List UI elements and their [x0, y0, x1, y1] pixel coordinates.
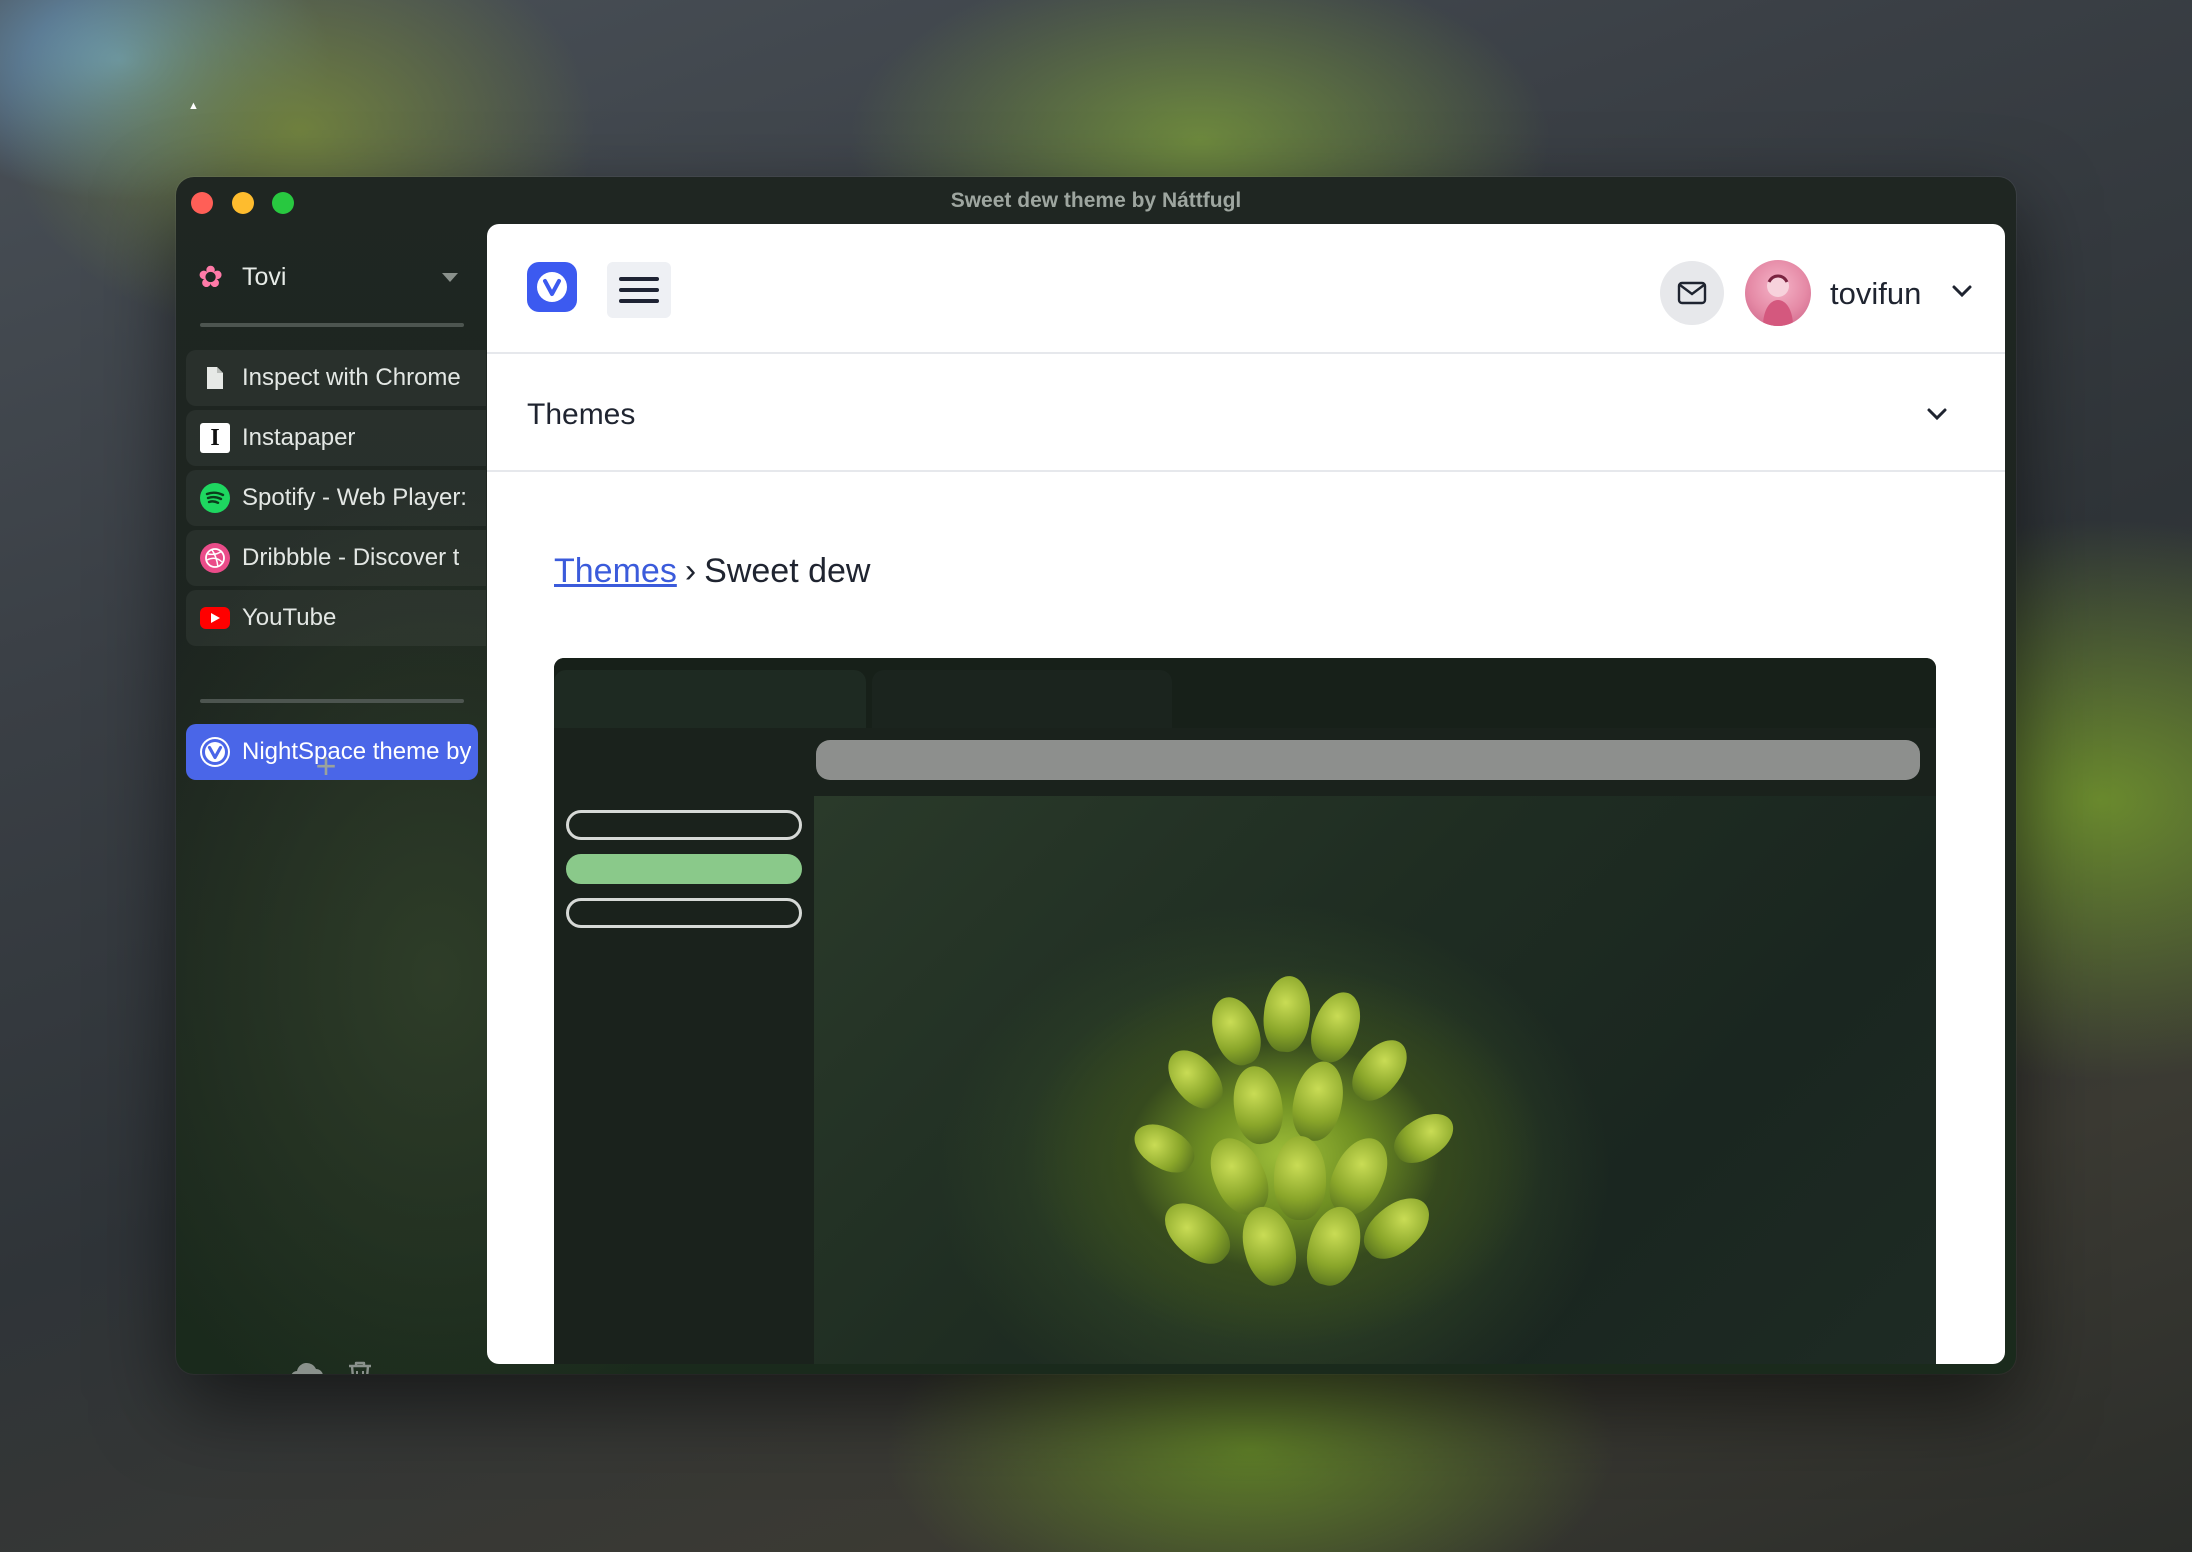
cloud-icon[interactable] [288, 1360, 324, 1374]
avatar[interactable] [1745, 260, 1811, 326]
tab-sidebar: ✿ Tovi Inspect with Chrome I Instapaper … [176, 225, 486, 1374]
pinned-tab[interactable]: Dribbble - Discover t [186, 530, 486, 586]
tab-label: Instapaper [242, 424, 356, 451]
preview-address-bar [816, 740, 1920, 780]
preview-tab-pill [566, 810, 802, 840]
breadcrumb-separator: › [684, 552, 697, 590]
divider [200, 699, 464, 703]
breadcrumb: Themes › Sweet dew [554, 552, 870, 591]
browser-window: Sweet dew theme by Náttfugl ✿ Tovi Inspe… [176, 177, 2016, 1374]
flower-icon: ✿ [198, 260, 224, 294]
preview-tab [872, 670, 1172, 728]
workspace-name: Tovi [242, 262, 287, 291]
sidebar-footer [288, 1360, 374, 1374]
chevron-down-icon[interactable] [1925, 406, 1949, 427]
titlebar: Sweet dew theme by Náttfugl [176, 177, 2016, 225]
section-dropdown[interactable]: Themes [487, 356, 2005, 472]
tab-label: YouTube [242, 604, 337, 631]
caret-down-icon [442, 272, 458, 282]
vivaldi-logo-icon[interactable] [527, 262, 577, 312]
document-icon [200, 363, 230, 393]
tab-label: Dribbble - Discover t [242, 544, 460, 571]
web-content: tovifun Themes Themes › Sweet dew [487, 224, 2005, 1364]
youtube-icon [200, 607, 230, 629]
preview-tab-pill [566, 898, 802, 928]
theme-preview [554, 658, 1936, 1364]
section-title: Themes [527, 398, 636, 431]
mail-icon[interactable] [1660, 261, 1724, 325]
mouse-cursor-icon: ▲ [188, 100, 199, 112]
username[interactable]: tovifun [1830, 276, 1921, 312]
pinned-tab[interactable]: Inspect with Chrome [186, 350, 486, 406]
instapaper-icon: I [200, 423, 230, 453]
pinned-tab[interactable]: YouTube [186, 590, 486, 646]
dribbble-icon [200, 543, 230, 573]
breadcrumb-link-themes[interactable]: Themes [554, 552, 677, 590]
trash-icon[interactable] [346, 1360, 374, 1374]
pinned-tab[interactable]: Spotify - Web Player: [186, 470, 486, 526]
menu-icon[interactable] [607, 262, 671, 318]
vivaldi-icon [200, 737, 230, 767]
preview-tab [554, 670, 866, 728]
preview-sidebar [554, 796, 814, 1364]
breadcrumb-current: Sweet dew [704, 552, 871, 590]
preview-background-image [814, 796, 1936, 1364]
pinned-tab[interactable]: I Instapaper [186, 410, 486, 466]
tab-label: Spotify - Web Player: [242, 484, 467, 511]
workspace-switcher[interactable]: ✿ Tovi [198, 257, 468, 297]
site-header: tovifun [487, 224, 2005, 354]
preview-tab-pill-active [566, 854, 802, 884]
window-title: Sweet dew theme by Náttfugl [950, 189, 1242, 212]
chevron-down-icon[interactable] [1951, 284, 1973, 303]
spotify-icon [200, 483, 230, 513]
tab-label: NightSpace theme by [242, 738, 472, 765]
add-tab-button[interactable]: + [306, 745, 346, 787]
tab-label: Inspect with Chrome [242, 364, 461, 391]
divider [200, 323, 464, 327]
